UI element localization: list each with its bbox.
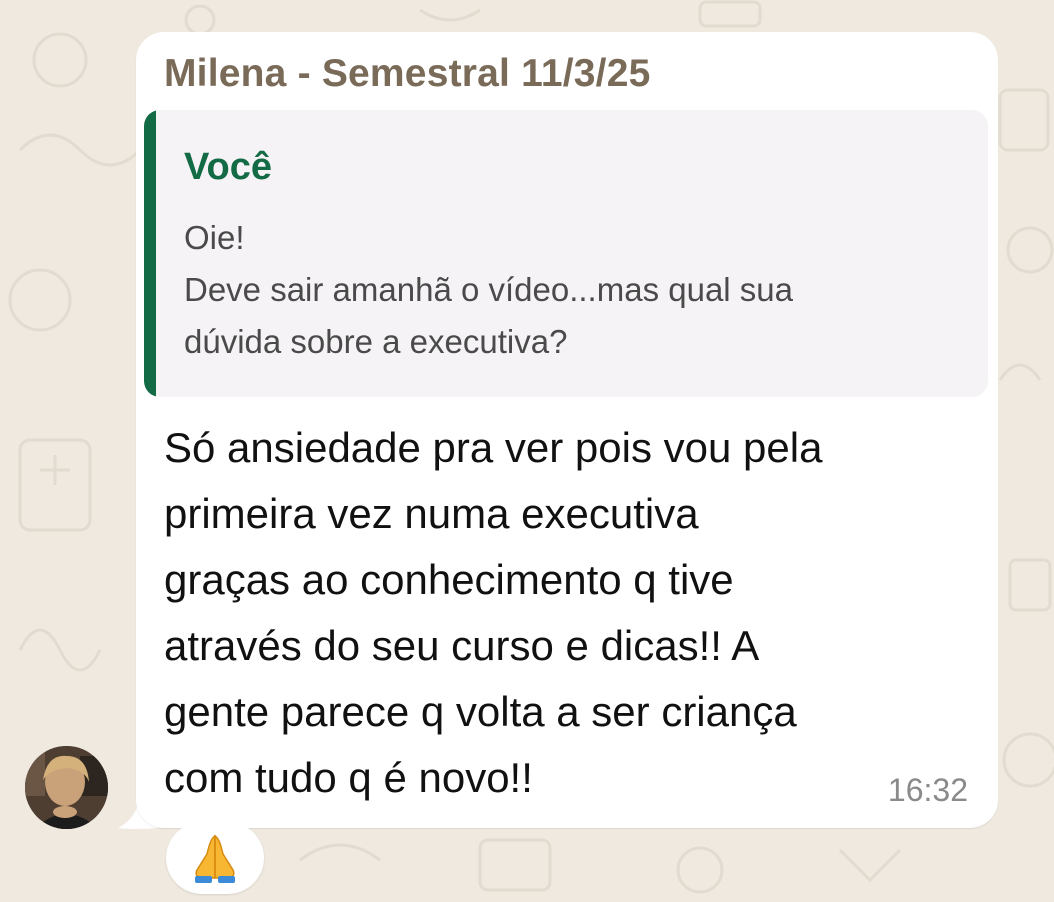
quoted-text: Oie! Deve sair amanhã o vídeo...mas qual… [184,212,964,368]
sender-avatar[interactable] [25,746,108,829]
quoted-author: Você [184,146,273,188]
message-line: graças ao conhecimento q tive [164,556,734,603]
message-text: Só ansiedade pra ver pois vou pela prime… [164,415,984,811]
quoted-line: Oie! [184,219,245,256]
message-line: Só ansiedade pra ver pois vou pela [164,424,823,471]
quote-accent-bar [144,110,156,397]
quoted-line: Deve sair amanhã o vídeo...mas qual sua [184,271,794,308]
message-bubble[interactable]: Milena - Semestral 11/3/25 Você Oie! Dev… [136,32,998,828]
message-line: primeira vez numa executiva [164,490,699,537]
quoted-message[interactable]: Você Oie! Deve sair amanhã o vídeo...mas… [144,110,988,397]
quoted-line: dúvida sobre a executiva? [184,323,568,360]
message-line: com tudo q é novo!! [164,754,533,801]
message-line: através do seu curso e dicas!! A [164,622,760,669]
folded-hands-emoji-icon [195,834,235,883]
message-timestamp: 16:32 [887,772,968,808]
sender-name[interactable]: Milena - Semestral 11/3/25 [164,52,650,96]
reaction-badge[interactable] [166,822,264,894]
message-line: gente parece q volta a ser criança [164,688,797,735]
